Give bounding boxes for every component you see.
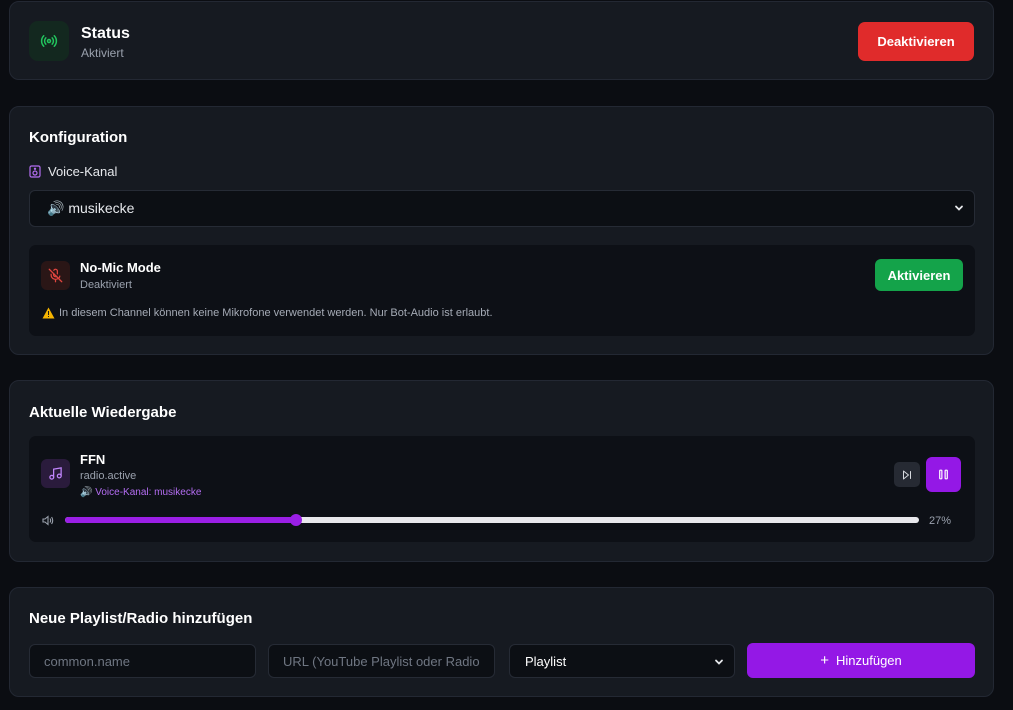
pause-icon xyxy=(939,469,948,480)
warning-icon xyxy=(42,307,55,319)
voice-channel-label-text: Voice-Kanal xyxy=(48,164,118,179)
volume-icon xyxy=(42,515,54,526)
volume-slider[interactable] xyxy=(65,514,919,526)
nomic-warning-text: In diesem Channel können keine Mikrofone… xyxy=(59,307,493,319)
nomic-warning: In diesem Channel können keine Mikrofone… xyxy=(42,307,493,319)
name-input[interactable] xyxy=(29,644,256,678)
config-title: Konfiguration xyxy=(29,129,128,146)
type-select[interactable]: Playlist xyxy=(509,644,735,678)
add-playlist-card: Neue Playlist/Radio hinzufügen Playlist … xyxy=(9,587,994,697)
volume-slider-thumb[interactable] xyxy=(289,514,302,526)
nomic-title: No-Mic Mode xyxy=(80,260,161,275)
config-card: Konfiguration Voice-Kanal 🔊 musikecke No… xyxy=(9,106,994,355)
add-playlist-title: Neue Playlist/Radio hinzufügen xyxy=(29,610,253,627)
mic-off-icon xyxy=(41,261,70,290)
add-button[interactable]: + Hinzufügen xyxy=(747,643,975,678)
track-title: FFN xyxy=(80,452,106,467)
track-source: radio.active xyxy=(80,470,137,482)
skip-forward-icon xyxy=(903,470,911,479)
pause-button[interactable] xyxy=(926,457,961,492)
status-title: Status xyxy=(81,25,130,42)
track-voice-channel: 🔊 Voice-Kanal: musikecke xyxy=(80,487,202,498)
now-playing-title: Aktuelle Wiedergabe xyxy=(29,404,177,421)
voice-channel-label: Voice-Kanal xyxy=(29,164,117,179)
speaker-icon xyxy=(29,165,41,178)
type-selected: Playlist xyxy=(525,653,567,669)
skip-button[interactable] xyxy=(894,462,920,487)
status-state: Aktiviert xyxy=(81,46,124,60)
music-note-icon xyxy=(41,459,70,488)
add-button-label: Hinzufügen xyxy=(835,653,902,668)
status-card: Status Aktiviert Deaktivieren xyxy=(9,1,994,80)
player-panel: FFN radio.active 🔊 Voice-Kanal: musikeck… xyxy=(29,436,975,542)
nomic-panel: No-Mic Mode Deaktiviert Aktivieren In di… xyxy=(29,245,975,336)
voice-channel-select[interactable]: 🔊 musikecke xyxy=(29,190,975,227)
chevron-down-icon xyxy=(715,659,723,665)
activate-nomic-button[interactable]: Aktivieren xyxy=(875,259,963,291)
url-input[interactable] xyxy=(268,644,495,678)
voice-channel-selected: 🔊 musikecke xyxy=(47,200,135,216)
deactivate-button[interactable]: Deaktivieren xyxy=(858,22,974,61)
volume-slider-fill xyxy=(65,517,296,523)
plus-icon: + xyxy=(820,652,829,669)
now-playing-card: Aktuelle Wiedergabe FFN radio.active 🔊 V… xyxy=(9,380,994,562)
broadcast-icon xyxy=(29,21,69,61)
nomic-state: Deaktiviert xyxy=(80,279,132,291)
chevron-down-icon xyxy=(955,205,963,211)
volume-percent: 27% xyxy=(929,515,952,527)
